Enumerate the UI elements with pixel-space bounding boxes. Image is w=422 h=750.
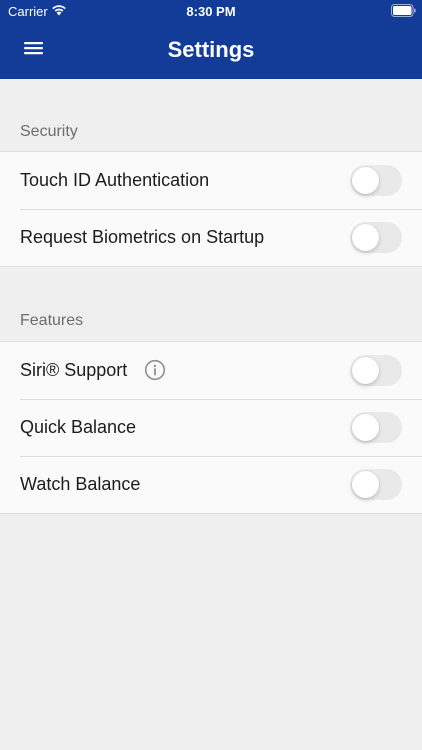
- features-group: Siri® Support Quick Balance Watch Balanc…: [0, 341, 422, 514]
- top-bar: Carrier 8:30 PM Settings: [0, 0, 422, 79]
- row-label: Quick Balance: [20, 417, 137, 437]
- toggle-knob: [352, 357, 379, 384]
- watch-balance-toggle[interactable]: [350, 469, 402, 500]
- info-icon[interactable]: [144, 359, 166, 381]
- siri-support-toggle[interactable]: [350, 355, 402, 386]
- toggle-knob: [352, 471, 379, 498]
- settings-row-watch-balance: Watch Balance: [0, 456, 422, 513]
- battery-icon: [391, 4, 416, 17]
- status-bar: Carrier 8:30 PM: [0, 0, 422, 22]
- page-title: Settings: [167, 37, 255, 62]
- settings-row-siri-support: Siri® Support: [0, 342, 422, 399]
- toggle-knob: [352, 224, 379, 251]
- quick-balance-toggle[interactable]: [350, 412, 402, 443]
- settings-row-touch-id: Touch ID Authentication: [0, 152, 422, 209]
- security-group: Touch ID Authentication Request Biometri…: [0, 151, 422, 267]
- touch-id-toggle[interactable]: [350, 165, 402, 196]
- toggle-knob: [352, 167, 379, 194]
- settings-row-quick-balance: Quick Balance: [0, 399, 422, 456]
- row-label: Watch Balance: [20, 474, 141, 494]
- row-label: Request Biometrics on Startup: [20, 227, 265, 247]
- settings-row-request-biometrics: Request Biometrics on Startup: [0, 209, 422, 266]
- status-time: 8:30 PM: [186, 4, 236, 19]
- row-label: Touch ID Authentication: [20, 170, 210, 190]
- section-header-features: Features: [20, 312, 84, 329]
- section-header-security: Security: [20, 123, 78, 140]
- toggle-knob: [352, 414, 379, 441]
- row-label: Siri® Support: [20, 360, 128, 380]
- request-biometrics-toggle[interactable]: [350, 222, 402, 253]
